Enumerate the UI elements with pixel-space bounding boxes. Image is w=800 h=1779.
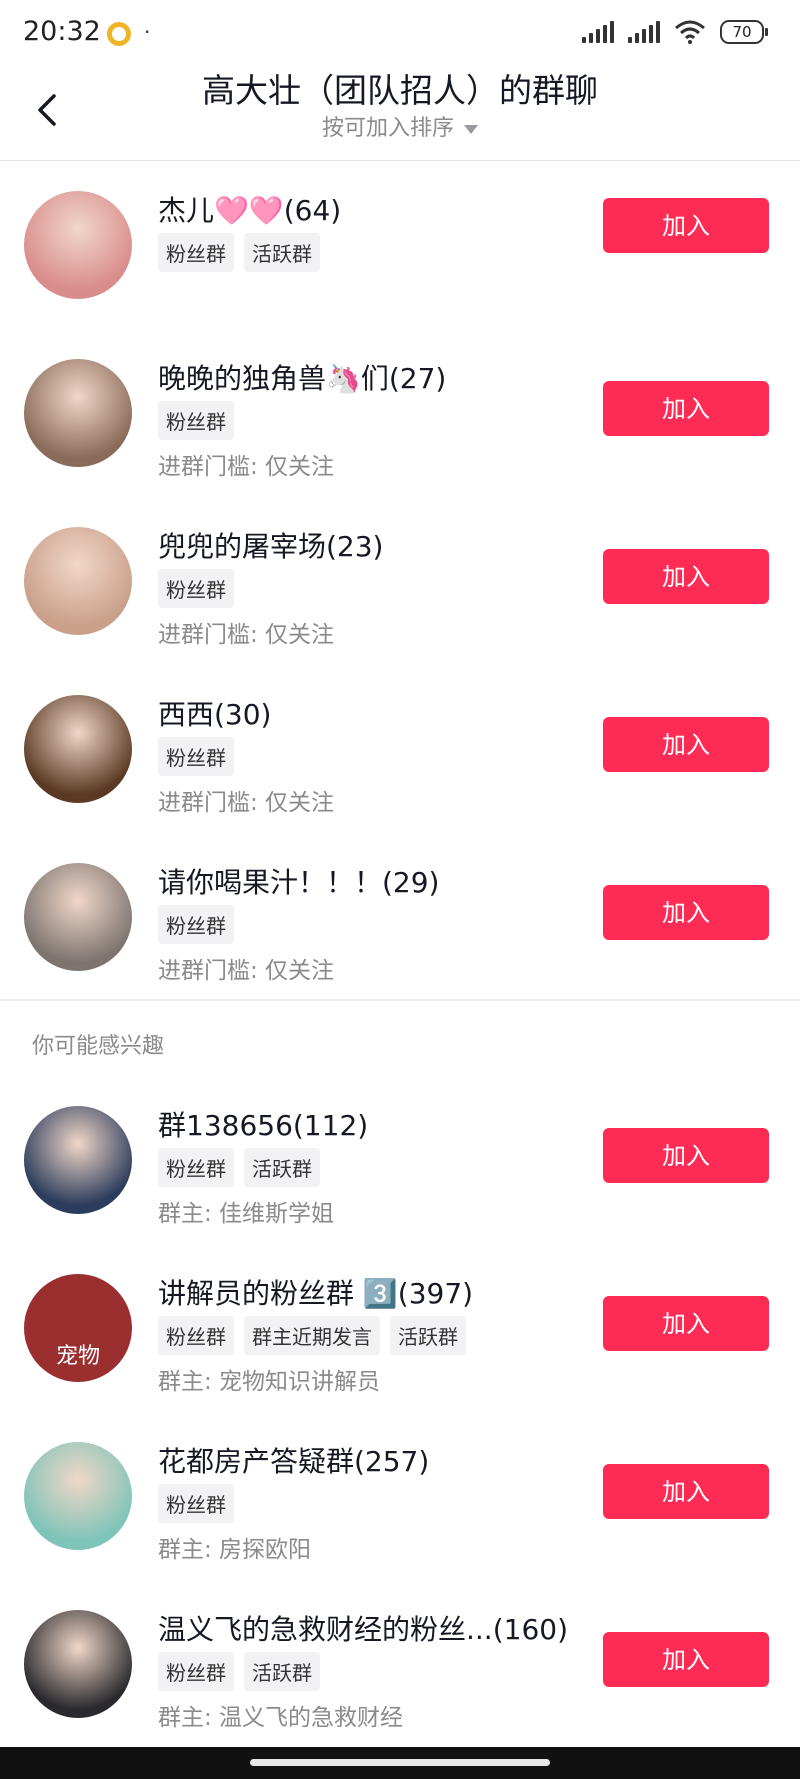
status-time: 20:32	[23, 16, 101, 47]
join-button[interactable]: 加入	[603, 1464, 769, 1519]
group-row[interactable]: 花都房产答疑群(257) 粉丝群群主: 房探欧阳 加入	[0, 1426, 800, 1594]
group-name: 请你喝果汁！！！(29)	[158, 866, 440, 899]
group-tag: 粉丝群	[158, 569, 234, 608]
navigation-bar	[0, 1747, 800, 1779]
sort-label: 按可加入排序	[321, 116, 454, 141]
group-tag: 粉丝群	[158, 1148, 234, 1187]
group-tag: 群主近期发言	[244, 1316, 380, 1355]
group-subtitle: 群主: 房探欧阳	[158, 1537, 312, 1563]
group-tag: 活跃群	[244, 1652, 320, 1691]
cellular-signal-icon	[582, 21, 614, 43]
group-name: 讲解员的粉丝群 3️⃣(397)	[158, 1277, 474, 1310]
group-row[interactable]: 晚晚的独角兽🦄们(27) 粉丝群进群门槛: 仅关注 加入	[0, 343, 800, 511]
join-button[interactable]: 加入	[603, 885, 769, 940]
group-tags: 粉丝群 群主近期发言 活跃群	[158, 1316, 466, 1355]
group-row[interactable]: 群138656(112) 粉丝群 活跃群群主: 佳维斯学姐 加入	[0, 1090, 800, 1258]
notification-ring-icon	[107, 22, 131, 46]
join-button[interactable]: 加入	[603, 1128, 769, 1183]
group-avatar[interactable]	[24, 1610, 132, 1718]
section-divider	[0, 999, 800, 1001]
group-tag: 粉丝群	[158, 1316, 234, 1355]
join-button[interactable]: 加入	[603, 549, 769, 604]
group-row[interactable]: 兜兜的屠宰场(23) 粉丝群进群门槛: 仅关注 加入	[0, 511, 800, 679]
group-name: 杰儿🩷🩷(64)	[158, 194, 342, 227]
group-tags: 粉丝群	[158, 737, 234, 776]
join-button[interactable]: 加入	[603, 717, 769, 772]
group-avatar[interactable]	[24, 1442, 132, 1550]
group-subtitle: 进群门槛: 仅关注	[158, 622, 335, 648]
group-row[interactable]: 杰儿🩷🩷(64) 粉丝群 活跃群 加入	[0, 175, 800, 343]
group-tag: 粉丝群	[158, 1484, 234, 1523]
group-avatar[interactable]	[24, 1106, 132, 1214]
status-icons: 70	[582, 20, 768, 44]
group-tags: 粉丝群 活跃群	[158, 1148, 320, 1187]
group-tag: 粉丝群	[158, 737, 234, 776]
group-subtitle: 进群门槛: 仅关注	[158, 790, 335, 816]
group-tag: 活跃群	[390, 1316, 466, 1355]
group-tag: 粉丝群	[158, 401, 234, 440]
group-tags: 粉丝群	[158, 401, 234, 440]
group-subtitle: 群主: 温义飞的急救财经	[158, 1705, 404, 1731]
group-avatar[interactable]	[24, 863, 132, 971]
status-bar: 20:32 · 70	[0, 0, 800, 66]
group-tags: 粉丝群	[158, 569, 234, 608]
sort-selector[interactable]: 按可加入排序	[0, 110, 800, 142]
group-tags: 粉丝群 活跃群	[158, 233, 320, 272]
group-subtitle: 群主: 宠物知识讲解员	[158, 1369, 381, 1395]
group-row[interactable]: 温义飞的急救财经的粉丝...(160) 粉丝群 活跃群群主: 温义飞的急救财经 加入	[0, 1594, 800, 1762]
group-subtitle: 群主: 佳维斯学姐	[158, 1201, 335, 1227]
group-avatar[interactable]	[24, 695, 132, 803]
group-tag: 粉丝群	[158, 905, 234, 944]
join-button[interactable]: 加入	[603, 1296, 769, 1351]
join-button[interactable]: 加入	[603, 198, 769, 253]
avatar-label: 宠物	[55, 1344, 100, 1369]
status-dot: ·	[144, 20, 151, 44]
group-name: 晚晚的独角兽🦄们(27)	[158, 362, 447, 395]
group-tag: 粉丝群	[158, 233, 234, 272]
group-row[interactable]: 宠物 讲解员的粉丝群 3️⃣(397) 粉丝群 群主近期发言 活跃群 群主: 宠物知识讲解…	[0, 1258, 800, 1426]
group-tags: 粉丝群 活跃群	[158, 1652, 320, 1691]
page-header: 高大壮（团队招人）的群聊 按可加入排序	[0, 60, 800, 161]
group-name: 西西(30)	[158, 698, 272, 731]
group-name: 兜兜的屠宰场(23)	[158, 530, 384, 563]
group-row[interactable]: 西西(30) 粉丝群进群门槛: 仅关注 加入	[0, 679, 800, 847]
wifi-icon	[674, 20, 706, 44]
group-row[interactable]: 请你喝果汁！！！(29) 粉丝群进群门槛: 仅关注 加入	[0, 847, 800, 1015]
group-subtitle: 进群门槛: 仅关注	[158, 958, 335, 984]
group-tag: 粉丝群	[158, 1652, 234, 1691]
cellular-signal-icon-2	[628, 21, 660, 43]
join-button[interactable]: 加入	[603, 381, 769, 436]
group-name: 温义飞的急救财经的粉丝...(160)	[158, 1613, 568, 1646]
group-name: 群138656(112)	[158, 1109, 369, 1142]
group-avatar[interactable]: 宠物	[24, 1274, 132, 1382]
group-subtitle: 进群门槛: 仅关注	[158, 454, 335, 480]
page-title: 高大壮（团队招人）的群聊	[202, 71, 598, 110]
section-title: 你可能感兴趣	[32, 1034, 165, 1059]
group-avatar[interactable]	[24, 527, 132, 635]
dropdown-triangle-icon	[464, 124, 478, 134]
group-tags: 粉丝群	[158, 1484, 234, 1523]
battery-icon: 70	[720, 20, 768, 44]
group-tag: 活跃群	[244, 1148, 320, 1187]
group-avatar[interactable]	[24, 191, 132, 299]
group-name: 花都房产答疑群(257)	[158, 1445, 430, 1478]
group-tags: 粉丝群	[158, 905, 234, 944]
group-tag: 活跃群	[244, 233, 320, 272]
join-button[interactable]: 加入	[603, 1632, 769, 1687]
group-avatar[interactable]	[24, 359, 132, 467]
home-indicator[interactable]	[250, 1759, 550, 1766]
